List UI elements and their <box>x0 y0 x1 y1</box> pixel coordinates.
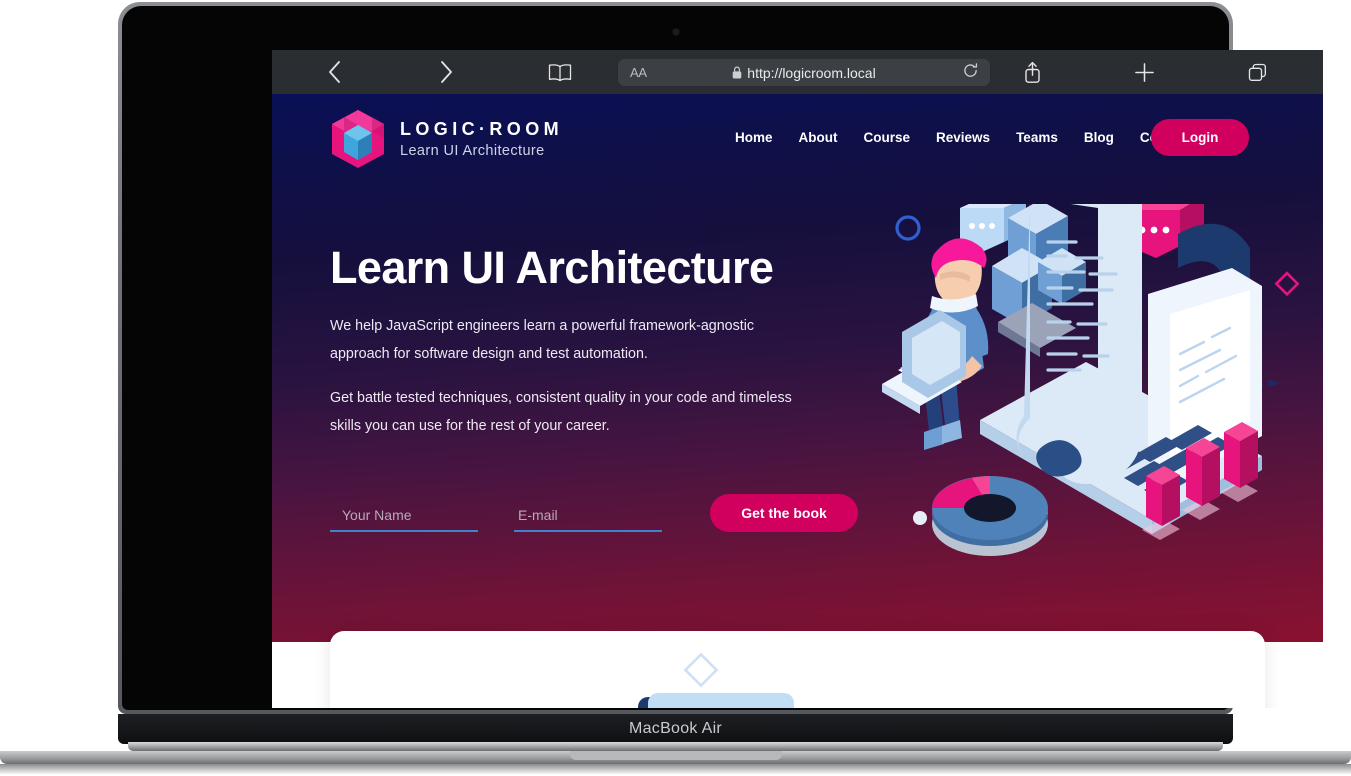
forward-button[interactable] <box>432 58 460 86</box>
page-title: Learn UI Architecture <box>330 242 774 293</box>
browser-toolbar: AA http://logicroom.local <box>272 50 1323 94</box>
book-icon <box>548 63 572 81</box>
screenshot-root: AA http://logicroom.local LOGIC·ROOM Lea… <box>0 0 1351 776</box>
hero-section: LOGIC·ROOM Learn UI Architecture Home Ab… <box>272 94 1323 642</box>
logo-subtitle: Learn UI Architecture <box>400 143 545 159</box>
person-with-tablet-illustration <box>638 652 794 708</box>
laptop-bezel: AA http://logicroom.local LOGIC·ROOM Lea… <box>122 6 1323 710</box>
nav-item-blog[interactable]: Blog <box>1084 130 1114 145</box>
main-navigation: Home About Course Reviews Teams Blog Con… <box>735 130 1190 145</box>
login-button[interactable]: Login <box>1151 119 1249 156</box>
show-tabs-button[interactable] <box>1243 58 1271 86</box>
email-field-wrapper <box>514 503 662 532</box>
hero-paragraph-1: We help JavaScript engineers learn a pow… <box>330 318 755 363</box>
lock-icon <box>732 66 742 79</box>
hero-copy: Learn UI Architecture We help JavaScript… <box>330 244 850 441</box>
screen: AA http://logicroom.local LOGIC·ROOM Lea… <box>272 50 1323 708</box>
tabs-icon <box>1248 63 1266 81</box>
book-signup-form: Get the book <box>330 494 858 532</box>
email-input[interactable] <box>514 503 662 532</box>
nav-item-home[interactable]: Home <box>735 130 773 145</box>
share-button[interactable] <box>1018 58 1046 86</box>
device-model-label: MacBook Air <box>628 720 723 737</box>
web-page: LOGIC·ROOM Learn UI Architecture Home Ab… <box>272 94 1323 708</box>
chevron-right-icon <box>440 61 452 83</box>
reader-view-button[interactable] <box>546 58 574 86</box>
hero-paragraph-2: Get battle tested techniques, consistent… <box>330 390 792 434</box>
get-the-book-button[interactable]: Get the book <box>710 494 858 532</box>
laptop-front-notch <box>570 751 782 760</box>
address-bar[interactable]: AA http://logicroom.local <box>618 59 990 86</box>
reload-button[interactable] <box>963 62 978 83</box>
laptop-shadow <box>0 764 1351 776</box>
site-logo[interactable]: LOGIC·ROOM Learn UI Architecture <box>330 108 563 170</box>
laptop-base: MacBook Air <box>118 714 1233 744</box>
logo-title: LOGIC·ROOM <box>400 119 563 139</box>
features-card: We help frustrated engineers <box>330 631 1265 708</box>
name-field-wrapper <box>330 503 478 532</box>
nav-item-reviews[interactable]: Reviews <box>936 130 990 145</box>
laptop-hinge <box>128 742 1223 751</box>
share-icon <box>1024 61 1040 83</box>
url-display: http://logicroom.local <box>618 65 990 81</box>
hero-illustration <box>880 196 1300 584</box>
site-header: LOGIC·ROOM Learn UI Architecture Home Ab… <box>272 94 1323 194</box>
webcam-icon <box>671 28 680 36</box>
isometric-developer-laptop-illustration <box>882 196 1300 556</box>
chevron-left-icon <box>328 61 340 83</box>
nav-item-teams[interactable]: Teams <box>1016 130 1058 145</box>
url-text: http://logicroom.local <box>747 64 876 81</box>
name-input[interactable] <box>330 503 478 532</box>
reload-icon <box>964 62 978 77</box>
plus-icon <box>1134 62 1154 82</box>
isometric-cube-icon <box>332 110 384 168</box>
nav-item-about[interactable]: About <box>799 130 838 145</box>
back-button[interactable] <box>320 58 348 86</box>
laptop-lid: AA http://logicroom.local LOGIC·ROOM Lea… <box>118 2 1323 714</box>
card-illustration <box>560 651 860 708</box>
new-tab-button[interactable] <box>1130 58 1158 86</box>
nav-item-course[interactable]: Course <box>864 130 911 145</box>
